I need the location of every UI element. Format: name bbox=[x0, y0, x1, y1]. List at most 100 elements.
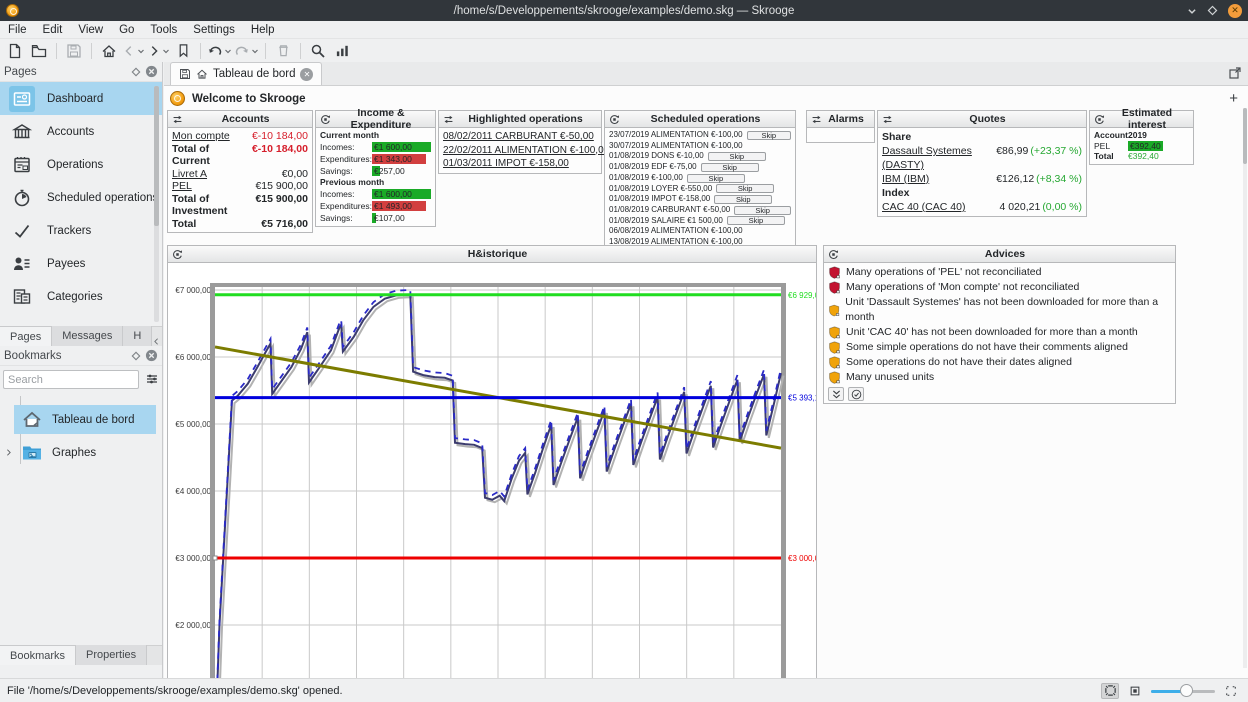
menu-help[interactable]: Help bbox=[243, 23, 283, 37]
add-widget-button[interactable]: + bbox=[1229, 90, 1238, 107]
expand-view-icon[interactable] bbox=[1222, 683, 1240, 699]
advice-text[interactable]: Some operations do not have their dates … bbox=[846, 355, 1072, 370]
tab-label: Tableau de bord bbox=[213, 68, 295, 80]
account-link[interactable]: Mon compte bbox=[172, 130, 230, 143]
bookmark-item-graphes[interactable]: Graphes bbox=[14, 438, 156, 467]
search-button[interactable] bbox=[307, 41, 329, 61]
sidebar-item-label: Scheduled operations bbox=[47, 192, 158, 204]
advice-text[interactable]: Many unused units bbox=[846, 370, 934, 385]
close-window-button[interactable]: ✕ bbox=[1228, 4, 1242, 18]
widget-settings-icon[interactable] bbox=[1094, 114, 1105, 125]
skip-button[interactable]: Skip bbox=[708, 152, 766, 161]
dashboard-scrollbar[interactable] bbox=[1243, 108, 1247, 668]
pages-scrollbar[interactable] bbox=[154, 86, 159, 322]
widget-settings-icon[interactable] bbox=[320, 114, 331, 125]
bookmark-button[interactable] bbox=[172, 41, 194, 61]
close-panel-icon[interactable] bbox=[145, 65, 158, 78]
menu-view[interactable]: View bbox=[70, 23, 111, 37]
close-tab-icon[interactable]: ✕ bbox=[300, 68, 313, 81]
menu-tools[interactable]: Tools bbox=[142, 23, 185, 37]
save-button[interactable] bbox=[63, 41, 85, 61]
operation-link[interactable]: 01/03/2011 IMPOT €-158,00 bbox=[443, 157, 597, 171]
historic-line-chart[interactable]: €7 000,00€6 000,00€5 000,00€4 000,00€3 0… bbox=[168, 263, 817, 678]
column-header: Account bbox=[1094, 130, 1128, 141]
zoom-slider-knob[interactable] bbox=[1180, 684, 1193, 697]
go-back-button[interactable] bbox=[122, 41, 145, 61]
search-input[interactable] bbox=[3, 370, 139, 389]
skip-button[interactable]: Skip bbox=[734, 206, 791, 215]
float-panel-icon[interactable] bbox=[131, 351, 141, 361]
widget-settings-icon[interactable] bbox=[172, 249, 183, 260]
advice-text[interactable]: Unit 'CAC 40' has not been downloaded fo… bbox=[846, 325, 1138, 340]
tab-tableau-de-bord[interactable]: Tableau de bord ✕ bbox=[170, 62, 322, 85]
widget-settings-icon[interactable] bbox=[811, 114, 822, 125]
delete-button[interactable] bbox=[272, 41, 294, 61]
go-forward-button[interactable] bbox=[147, 41, 170, 61]
zoom-original-button[interactable] bbox=[1126, 683, 1144, 699]
menu-go[interactable]: Go bbox=[111, 23, 142, 37]
show-more-advices-button[interactable] bbox=[828, 387, 844, 401]
close-panel-icon[interactable] bbox=[145, 349, 158, 362]
home-button[interactable] bbox=[98, 41, 120, 61]
warning-shield-icon bbox=[828, 304, 840, 317]
account-link[interactable]: Livret A bbox=[172, 168, 207, 181]
quote-link[interactable]: IBM (IBM) bbox=[882, 172, 992, 186]
widget-settings-icon[interactable] bbox=[882, 114, 893, 125]
quote-link[interactable]: CAC 40 (CAC 40) bbox=[882, 200, 995, 214]
sidebar-item-categories[interactable]: Categories bbox=[0, 280, 162, 313]
maximize-icon[interactable] bbox=[1207, 5, 1218, 16]
svg-text:€4 000,00: €4 000,00 bbox=[175, 487, 211, 496]
undo-button[interactable] bbox=[207, 41, 232, 61]
apply-advice-button[interactable] bbox=[848, 387, 864, 401]
skip-button[interactable]: Skip bbox=[701, 163, 759, 172]
operation-link[interactable]: 08/02/2011 CARBURANT €-50,00 bbox=[443, 130, 597, 144]
operation-link[interactable]: 22/02/2011 ALIMENTATION €-100,00 bbox=[443, 144, 597, 158]
skip-button[interactable]: Skip bbox=[727, 216, 785, 225]
sidebar-item-accounts[interactable]: Accounts bbox=[0, 115, 162, 148]
sidebar-item-scheduled-operations[interactable]: Scheduled operations bbox=[0, 181, 162, 214]
dock-tab-properties[interactable]: Properties bbox=[76, 645, 147, 665]
scheduled-operation-row: 06/08/2019 ALIMENTATION €-100,00 bbox=[609, 226, 791, 237]
filter-icon[interactable] bbox=[145, 372, 159, 386]
dock-tab-history[interactable]: H bbox=[123, 326, 152, 346]
bookmark-item-tableau-de-bord[interactable]: Tableau de bord bbox=[14, 405, 156, 434]
open-folder-button[interactable] bbox=[28, 41, 50, 61]
advice-text[interactable]: Many operations of 'PEL' not reconciliat… bbox=[846, 265, 1041, 280]
skip-button[interactable]: Skip bbox=[716, 184, 774, 193]
home-icon bbox=[20, 408, 44, 432]
zoom-fit-button[interactable] bbox=[1101, 683, 1119, 699]
quote-link[interactable]: Dassault Systemes (DASTY) bbox=[882, 144, 992, 172]
sidebar-item-trackers[interactable]: Trackers bbox=[0, 214, 162, 247]
expander-icon[interactable] bbox=[4, 448, 13, 457]
widget-settings-icon[interactable] bbox=[828, 249, 839, 260]
dock-tab-bookmarks[interactable]: Bookmarks bbox=[0, 645, 76, 665]
sidebar-item-dashboard[interactable]: Dashboard bbox=[0, 82, 162, 115]
widget-settings-icon[interactable] bbox=[172, 114, 183, 125]
advice-text[interactable]: Some simple operations do not have their… bbox=[846, 340, 1128, 355]
float-panel-icon[interactable] bbox=[131, 67, 141, 77]
account-link[interactable]: PEL bbox=[172, 180, 192, 193]
report-button[interactable] bbox=[331, 41, 353, 61]
detach-tab-icon[interactable] bbox=[1228, 66, 1242, 80]
skip-button[interactable]: Skip bbox=[687, 174, 745, 183]
widget-settings-icon[interactable] bbox=[443, 114, 454, 125]
advice-text[interactable]: Many operations of 'Mon compte' not reco… bbox=[846, 280, 1079, 295]
widget-settings-icon[interactable] bbox=[609, 114, 620, 125]
alert-shield-icon bbox=[828, 281, 841, 294]
new-document-button[interactable] bbox=[4, 41, 26, 61]
zoom-slider[interactable] bbox=[1151, 684, 1215, 698]
menu-settings[interactable]: Settings bbox=[185, 23, 243, 37]
title-bar: /home/s/Developpements/skrooge/examples/… bbox=[0, 0, 1248, 21]
dock-tab-messages[interactable]: Messages bbox=[52, 326, 123, 346]
menu-edit[interactable]: Edit bbox=[35, 23, 71, 37]
minimize-icon[interactable] bbox=[1187, 6, 1197, 16]
advice-text[interactable]: Unit 'Dassault Systemes' has not been do… bbox=[845, 295, 1171, 325]
menu-file[interactable]: File bbox=[0, 23, 35, 37]
dock-tab-pages[interactable]: Pages bbox=[0, 326, 52, 346]
tab-scroll-left-icon[interactable] bbox=[152, 337, 161, 346]
skip-button[interactable]: Skip bbox=[714, 195, 772, 204]
sidebar-item-payees[interactable]: Payees bbox=[0, 247, 162, 280]
sidebar-item-operations[interactable]: Operations bbox=[0, 148, 162, 181]
redo-button[interactable] bbox=[234, 41, 259, 61]
skip-button[interactable]: Skip bbox=[747, 131, 791, 140]
